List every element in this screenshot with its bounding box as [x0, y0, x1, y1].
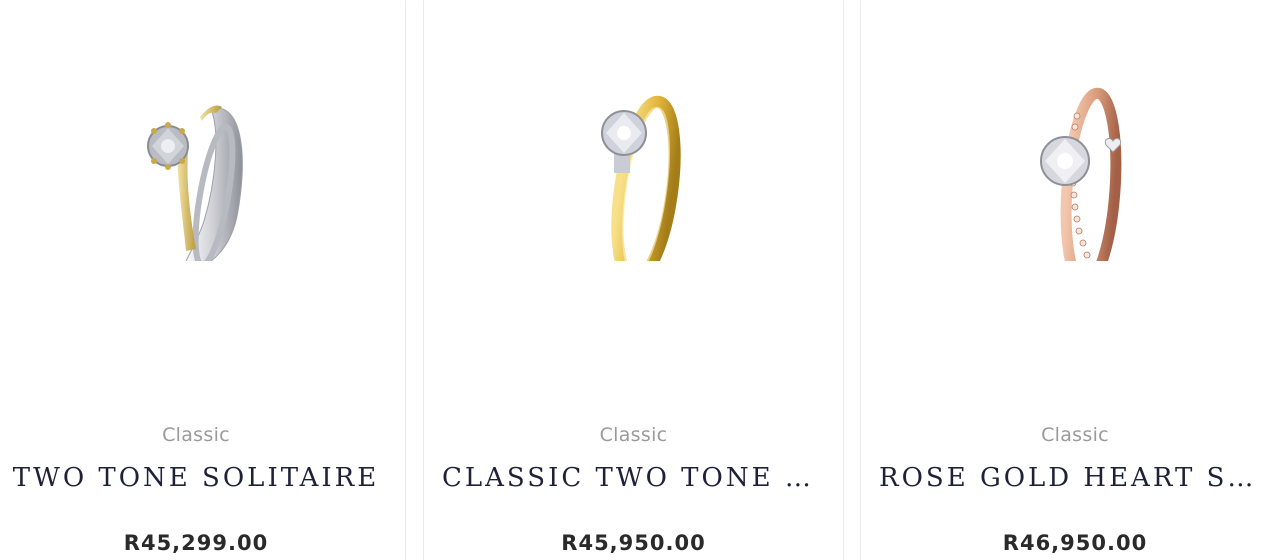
product-card[interactable]: Classic CLASSIC TWO TONE SOLITAIRE R45,9… [423, 0, 844, 560]
product-category: Classic [599, 424, 668, 446]
product-card[interactable]: Classic ROSE GOLD HEART SOLITAIRE R46,95… [860, 0, 1279, 560]
product-price: R45,299.00 [123, 531, 269, 555]
product-image[interactable] [0, 21, 405, 401]
product-price: R45,950.00 [561, 531, 706, 555]
product-grid: Classic TWO TONE SOLITAIRE R45,299.00 Cl… [0, 0, 1279, 560]
yellow-gold-solitaire-ring-icon [600, 95, 681, 261]
product-name[interactable]: TWO TONE SOLITAIRE [5, 463, 387, 493]
product-name[interactable]: CLASSIC TWO TONE SOLITAIRE [442, 463, 825, 493]
product-name[interactable]: ROSE GOLD HEART SOLITAIRE [879, 463, 1271, 493]
two-tone-solitaire-ring-icon [147, 105, 243, 261]
product-price: R46,950.00 [1002, 531, 1148, 555]
product-card[interactable]: Classic TWO TONE SOLITAIRE R45,299.00 [0, 0, 406, 560]
rose-gold-solitaire-ring-icon [1040, 87, 1122, 261]
product-image[interactable] [861, 21, 1279, 401]
product-image[interactable] [424, 21, 843, 401]
product-category: Classic [162, 424, 230, 446]
product-category: Classic [1041, 424, 1109, 446]
